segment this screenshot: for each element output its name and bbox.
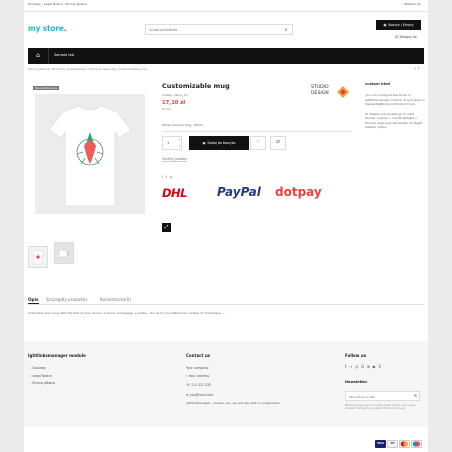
newsletter-email-input[interactable] xyxy=(349,393,409,400)
quantity-stepper[interactable]: 1 ▴ ▾ xyxy=(162,136,182,150)
quantity-down-icon[interactable]: ▾ xyxy=(179,145,180,148)
vimeo-icon[interactable]: V xyxy=(378,364,383,369)
cart-icon: ▣ xyxy=(202,140,206,145)
logo-dot: . xyxy=(63,24,67,33)
send-icon[interactable]: ✉ xyxy=(414,393,417,398)
mug-thumb-icon xyxy=(58,249,69,258)
topbar-link-legal[interactable]: Legal Notice xyxy=(44,2,63,6)
newsletter-legal: Możesz zrezygnować w każdej chwili. W ty… xyxy=(345,404,416,411)
product-description: Customize your mug with the text of your… xyxy=(28,311,226,315)
paypal-logo: PayPal xyxy=(217,185,261,199)
brand-logo[interactable]: STUDIO DESIGN xyxy=(311,84,351,102)
newsletter-form: ✉ xyxy=(345,391,420,401)
thumbnail-mug[interactable] xyxy=(54,242,74,264)
dhl-logo: DHL xyxy=(162,186,188,200)
tab-details[interactable]: Szczegóły produktu xyxy=(46,297,87,302)
footer-module-note: ightlinksbanager - module, you can put o… xyxy=(186,401,281,405)
quantity-up-icon[interactable]: ▴ xyxy=(179,138,180,141)
status-badge: Nieopublikowane xyxy=(33,86,60,91)
side-block-text: you can configure this block in ightlink… xyxy=(365,93,425,130)
breadcrumb-item[interactable]: Home Accessories xyxy=(89,67,116,71)
tshirt-illustration xyxy=(48,105,132,207)
footer-col2-title: Contact us xyxy=(186,353,211,358)
footer-col1-title: Ightlinksmanager module xyxy=(28,353,86,358)
tab-comments[interactable]: Komentarze(0) xyxy=(100,297,131,302)
newsletter-title: Newsletter xyxy=(345,380,368,384)
add-to-cart-button[interactable]: ▣ Dodaj do koszyka xyxy=(189,136,249,150)
nav-item-sample-tab[interactable]: Sample tab xyxy=(54,53,74,58)
heart-icon: ♡ xyxy=(255,140,261,146)
side-block-title: custom html xyxy=(365,82,391,86)
page: Dostawy | Legal Notice | Strona główna ♡… xyxy=(24,0,428,452)
search-icon[interactable]: ⌕ xyxy=(282,26,290,34)
maestro-circles-icon xyxy=(412,441,421,447)
compare-icon: ⇄ xyxy=(276,140,280,146)
social-icons: f→◎G⊕▶V xyxy=(345,364,384,369)
tshirt-thumb-icon xyxy=(30,249,46,265)
mastercard-icon xyxy=(399,440,410,448)
breadcrumb-current: Customizable mug xyxy=(118,67,147,71)
company-email[interactable]: ✉ you@mail.com xyxy=(186,393,213,397)
company-address: ⌖ Your address xyxy=(186,374,210,378)
brand-name-bottom: DESIGN xyxy=(311,91,329,96)
login-link[interactable]: ☺ Zaloguj się xyxy=(395,35,417,39)
paypal-small-icon: PP xyxy=(387,440,398,448)
home-icon[interactable]: ⌂ xyxy=(33,51,43,61)
footer-link-home[interactable]: › Strona główna xyxy=(30,381,55,385)
product-reference: Indeks: demo_14 xyxy=(162,93,188,97)
tax-label: Brutto xyxy=(162,107,172,111)
search-input[interactable] xyxy=(149,26,277,34)
company-name: Your company xyxy=(186,366,209,370)
company-phone: ☏ 111 222 333 xyxy=(186,383,212,387)
cart-label: Koszyk / Empty xyxy=(388,22,414,27)
topbar-links: Dostawy | Legal Notice | Strona główna xyxy=(28,2,87,7)
mastercard-circles-icon xyxy=(400,441,409,447)
breadcrumb-item[interactable]: Strona główna xyxy=(28,67,50,71)
footer-link-delivery[interactable]: › Dostawy xyxy=(30,366,46,370)
thumbnail-tshirt[interactable] xyxy=(28,246,48,268)
share-icons: ftp xyxy=(162,175,174,180)
maestro-icon xyxy=(411,440,422,448)
compare-button[interactable]: ⇄ xyxy=(270,136,286,150)
quantity-value: 1 xyxy=(167,141,170,145)
product-title: Customizable mug xyxy=(162,82,230,90)
topbar-link-delivery[interactable]: Dostawy xyxy=(28,2,41,6)
footer-col3-title: Follow us xyxy=(345,353,367,358)
breadcrumb: Strona główna / Produkty przykładowe / H… xyxy=(28,67,147,71)
cart-icon: ▣ xyxy=(383,22,387,27)
dotpay-logo: dotpay xyxy=(275,185,322,199)
handwritten-signature: Seraftu_bladder xyxy=(162,157,188,163)
prev-next-arrows[interactable]: ‹ › xyxy=(414,66,420,73)
product-price: 17,10 zł xyxy=(162,100,186,106)
login-label: Zaloguj się xyxy=(399,35,417,39)
product-cover-image[interactable] xyxy=(35,94,145,214)
expand-icon[interactable]: ⤢ xyxy=(162,223,171,232)
search-box: ⌕ xyxy=(145,24,293,35)
store-logo[interactable]: my store. xyxy=(28,24,67,34)
brand-name-top: STUDIO xyxy=(311,85,329,90)
wishlist-heart-button[interactable]: ♡ xyxy=(250,136,266,150)
main-nav: ⌂ Sample tab xyxy=(28,48,424,64)
visa-icon: VISA xyxy=(375,440,386,448)
cart-button[interactable]: ▣ Koszyk / Empty xyxy=(376,20,421,30)
nav-divider xyxy=(48,48,49,64)
topbar-link-home[interactable]: Strona główna xyxy=(65,2,87,6)
wishlist-link[interactable]: ♡ Wishlist (0) xyxy=(401,2,421,7)
wishlist-label: Wishlist (0) xyxy=(404,2,421,6)
add-to-cart-label: Dodaj do koszyka xyxy=(207,140,236,145)
short-description: White Ceramic Mug. 325ml xyxy=(162,123,203,127)
brand-diamond-icon xyxy=(337,86,349,98)
footer-link-legal[interactable]: › Legal Notice xyxy=(30,374,52,378)
pinterest-icon[interactable]: p xyxy=(170,175,175,179)
breadcrumb-item[interactable]: Produkty przykładowe xyxy=(52,67,85,71)
